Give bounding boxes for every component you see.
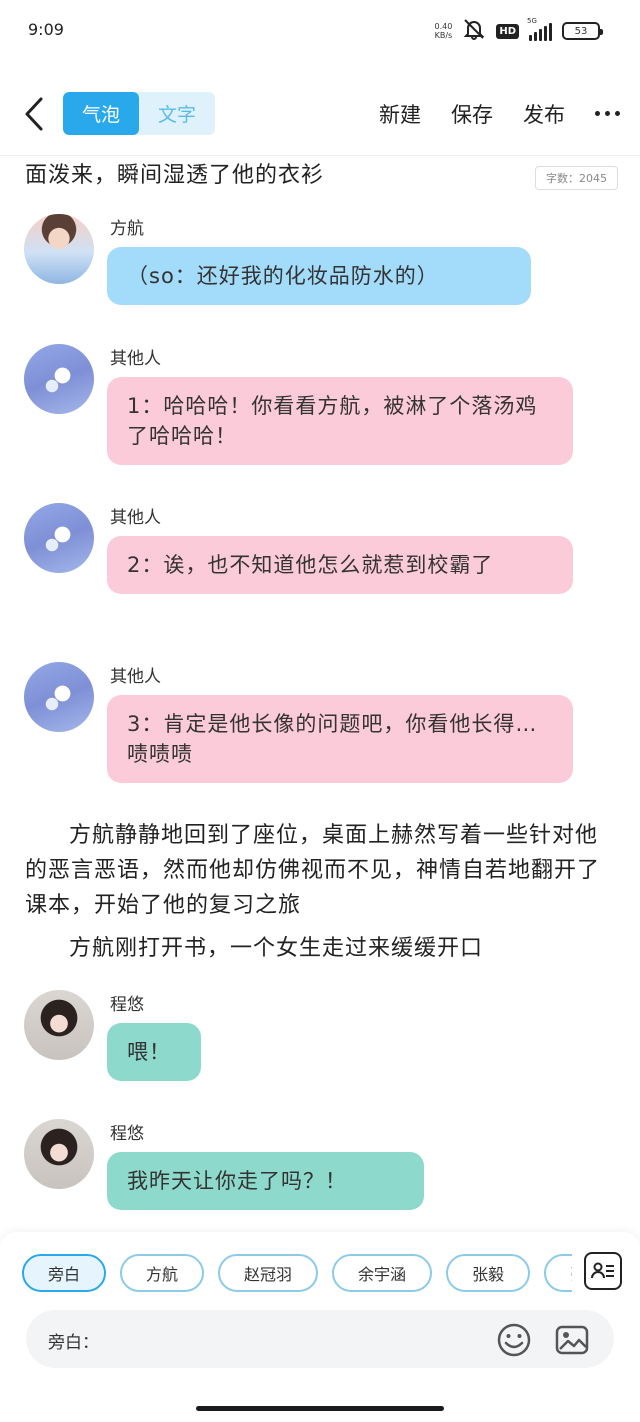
network-speed-value: 0.40 <box>434 22 453 31</box>
avatar[interactable] <box>24 662 94 732</box>
mute-bell-icon <box>462 18 486 44</box>
image-icon[interactable] <box>554 1322 590 1358</box>
message-bubble[interactable]: 2：诶，也不知道他怎么就惹到校霸了 <box>107 536 573 594</box>
tab-bubble[interactable]: 气泡 <box>63 92 139 135</box>
role-chip[interactable]: 方航 <box>120 1254 205 1292</box>
hd-badge: HD <box>496 23 519 39</box>
new-button[interactable]: 新建 <box>379 99 421 129</box>
message-bubble[interactable]: 我昨天让你走了吗？！ <box>107 1152 424 1210</box>
network-speed: 0.40 KB/s <box>435 22 453 40</box>
avatar[interactable] <box>24 344 94 414</box>
story-paragraph: 方航刚打开书，一个女生走过来缓缓开口 <box>69 936 484 961</box>
word-count-badge: 字数：2045 <box>535 166 618 190</box>
publish-button[interactable]: 发布 <box>523 99 565 129</box>
word-count-value: 2045 <box>579 172 607 185</box>
save-button[interactable]: 保存 <box>451 99 493 129</box>
role-selector: 旁白 方航 赵冠羽 余宇涵 张毅 张泽 <box>22 1254 572 1292</box>
role-chip[interactable]: 张毅 <box>446 1254 531 1292</box>
message-input-bar: 旁白： <box>26 1310 614 1368</box>
avatar[interactable] <box>24 1119 94 1189</box>
more-options-icon[interactable] <box>595 111 620 116</box>
message-bubble[interactable]: 3：肯定是他长像的问题吧，你看他长得…啧啧啧 <box>107 695 573 783</box>
emoji-icon[interactable] <box>496 1322 532 1358</box>
word-count-label: 字数： <box>546 172 579 185</box>
role-chip[interactable]: 赵冠羽 <box>218 1254 319 1292</box>
back-arrow-icon <box>25 97 43 131</box>
status-icons: 0.40 KB/s HD 5G 53 <box>435 17 603 44</box>
sender-name: 程悠 <box>110 1124 144 1144</box>
sender-name: 方航 <box>110 219 144 239</box>
message-bubble[interactable]: 喂！ <box>107 1023 201 1081</box>
network-speed-unit: KB/s <box>434 31 453 40</box>
role-chip-narration[interactable]: 旁白 <box>22 1254 107 1292</box>
input-role-label: 旁白： <box>48 1333 99 1353</box>
story-paragraph: 面泼来，瞬间湿透了他的衣衫 <box>25 163 325 188</box>
message-bubble[interactable]: （so：还好我的化妆品防水的） <box>107 247 531 305</box>
story-content[interactable]: 面泼来，瞬间湿透了他的衣衫 字数：2045 方航 （so：还好我的化妆品防水的）… <box>0 156 640 1230</box>
mode-switch: 气泡 文字 <box>63 92 215 135</box>
sender-name: 其他人 <box>110 667 161 687</box>
message-input[interactable] <box>112 1324 492 1354</box>
home-indicator[interactable] <box>196 1406 444 1411</box>
sender-name: 程悠 <box>110 995 144 1015</box>
composer-panel: 旁白 方航 赵冠羽 余宇涵 张毅 张泽 旁白： <box>0 1232 640 1422</box>
avatar[interactable] <box>24 503 94 573</box>
battery-level: 53 <box>574 25 588 37</box>
signal-icon: 5G <box>527 17 552 41</box>
tab-text[interactable]: 文字 <box>139 92 215 135</box>
role-chip[interactable]: 余宇涵 <box>332 1254 433 1292</box>
story-paragraph: 方航静静地回到了座位，桌面上赫然写着一些针对他的恶言恶语，然而他却仿佛视而不见，… <box>25 823 601 918</box>
status-bar: 9:09 0.40 KB/s HD 5G 53 <box>0 0 640 62</box>
header-actions: 新建 保存 发布 <box>349 92 620 135</box>
contacts-icon <box>591 1262 614 1279</box>
avatar[interactable] <box>24 990 94 1060</box>
message-bubble[interactable]: 1：哈哈哈！你看看方航，被淋了个落汤鸡了哈哈哈！ <box>107 377 573 465</box>
sender-name: 其他人 <box>110 349 161 369</box>
signal-label: 5G <box>527 17 537 25</box>
sender-name: 其他人 <box>110 508 161 528</box>
back-button[interactable] <box>14 92 54 136</box>
avatar[interactable] <box>24 214 94 284</box>
character-list-button[interactable] <box>584 1252 622 1290</box>
role-chip[interactable]: 张泽 <box>544 1254 572 1292</box>
battery-icon: 53 <box>562 22 603 40</box>
editor-header: 气泡 文字 新建 保存 发布 <box>0 82 640 146</box>
status-time: 9:09 <box>28 20 64 39</box>
